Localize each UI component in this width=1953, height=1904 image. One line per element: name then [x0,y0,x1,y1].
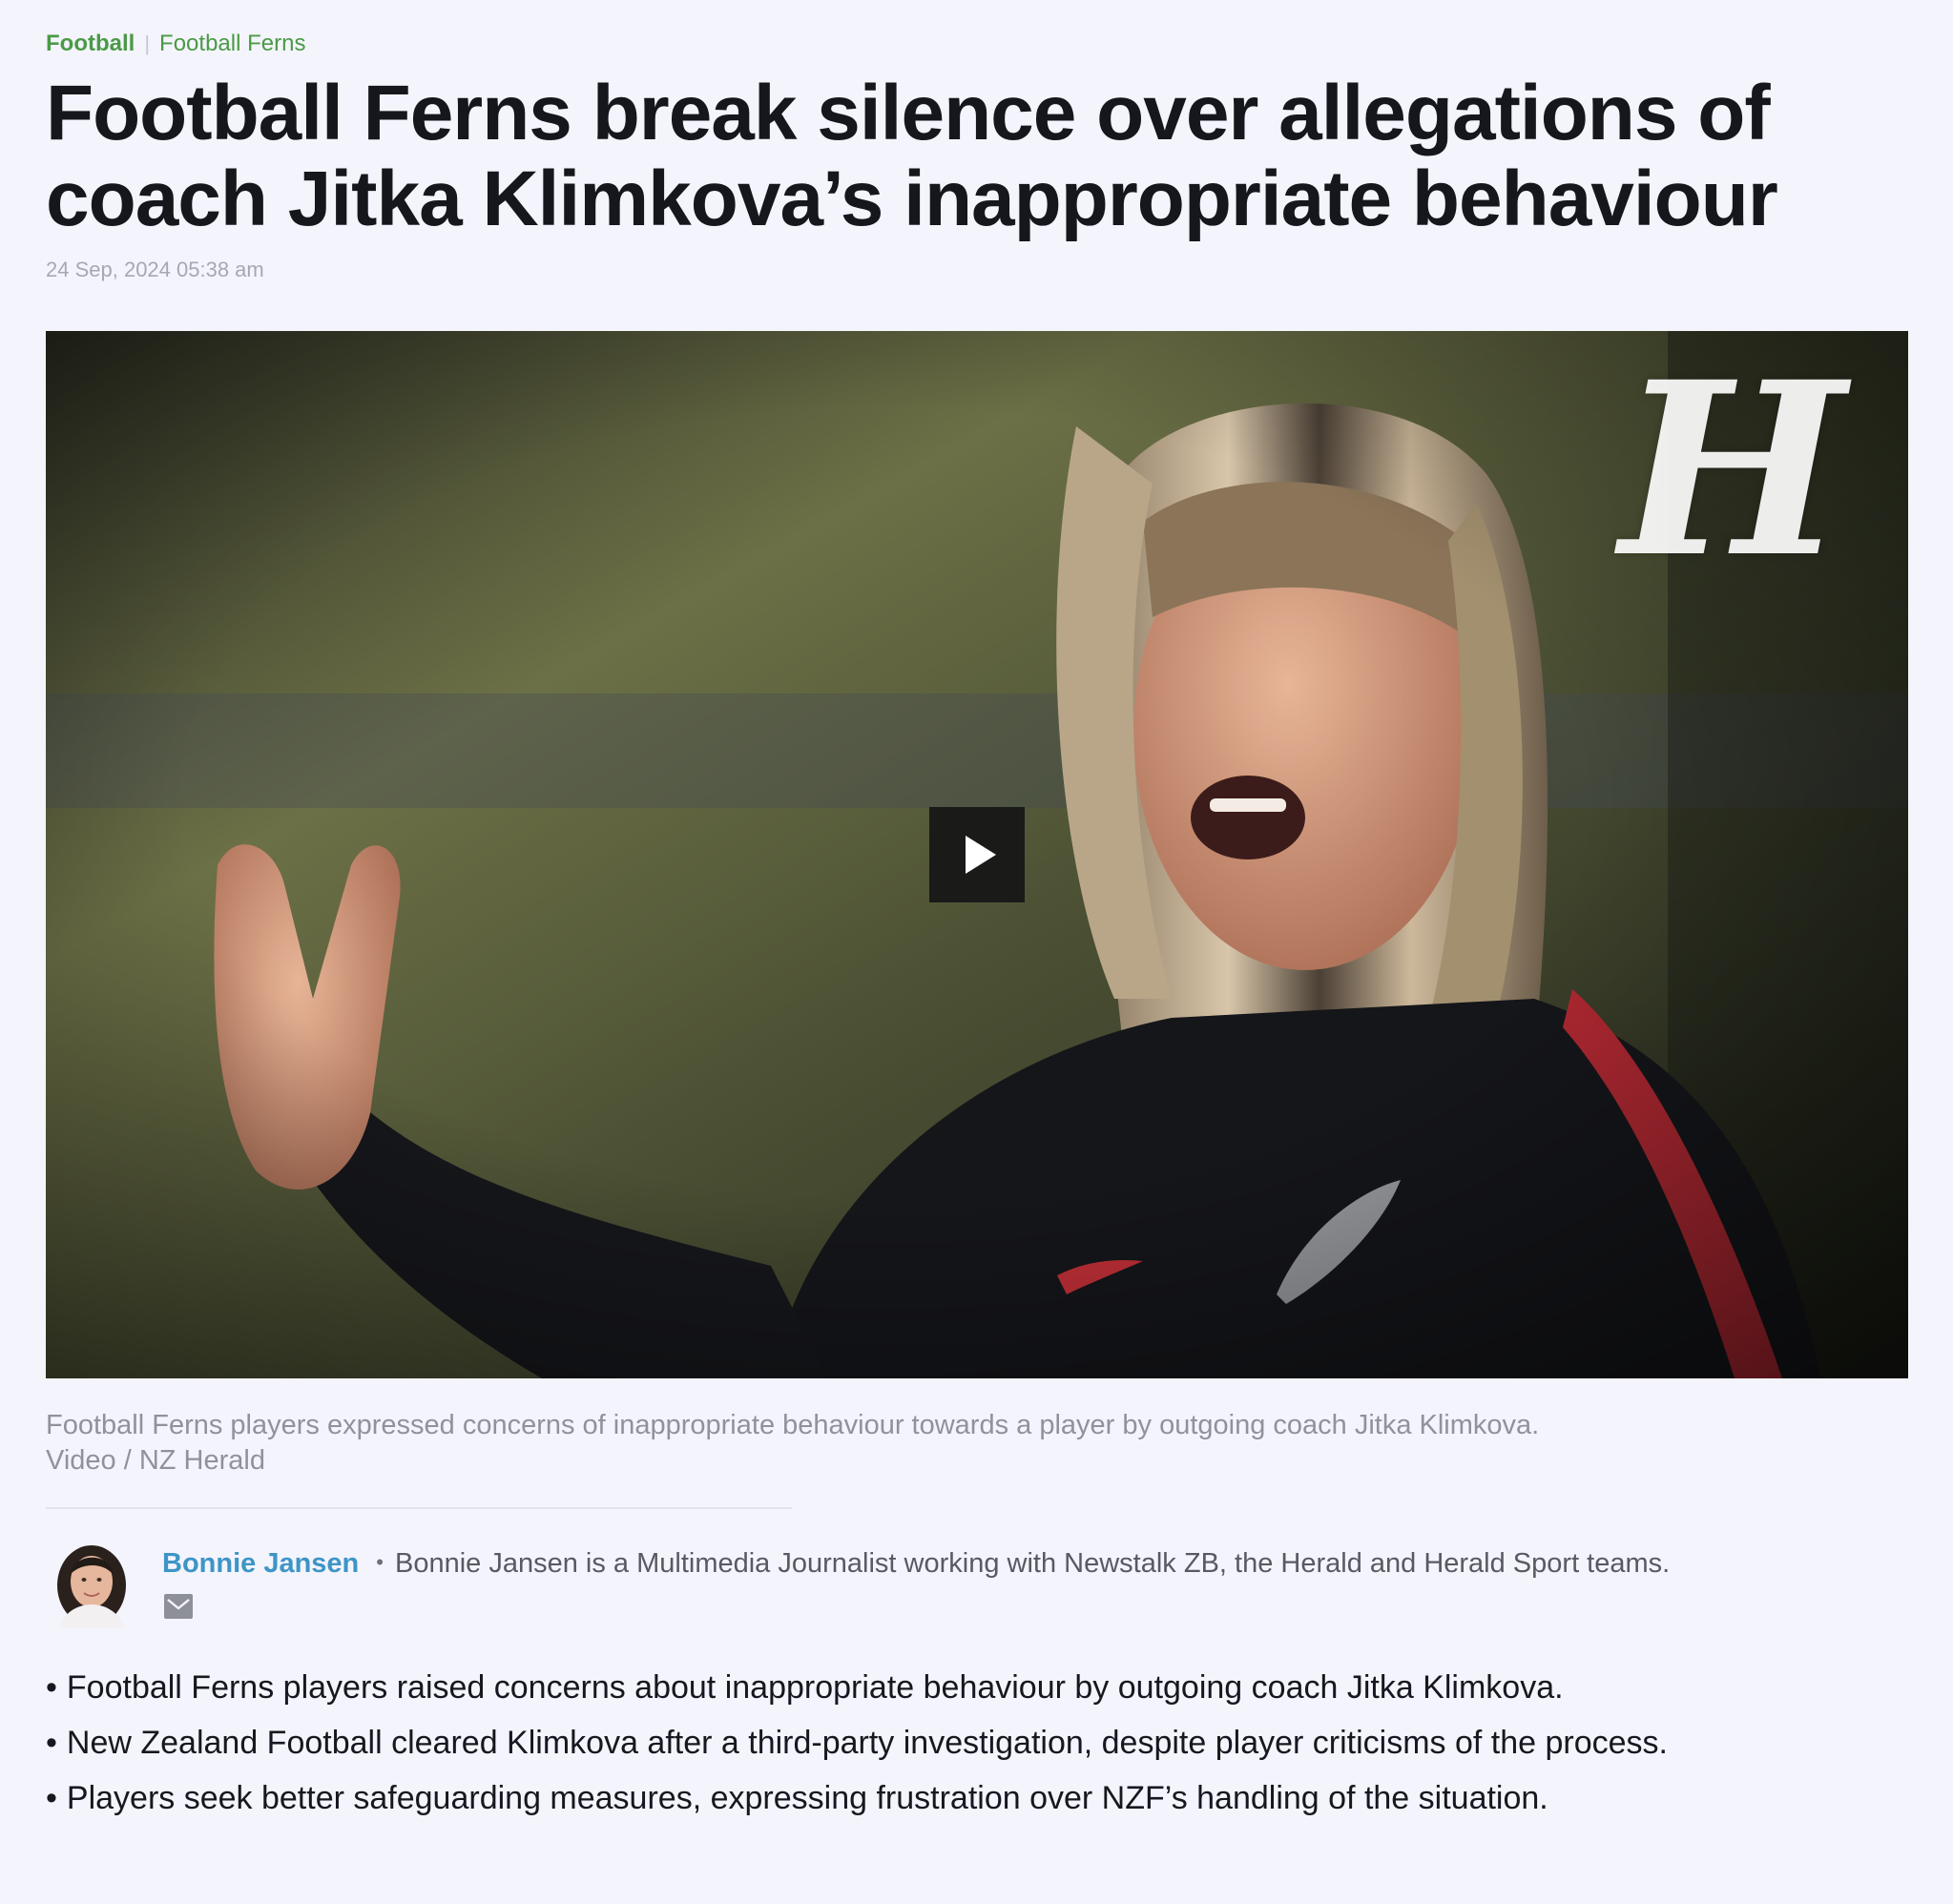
herald-logo-watermark: H [1619,331,1845,610]
breadcrumb-football-link[interactable]: Football [46,29,135,59]
publish-timestamp: 24 Sep, 2024 05:38 am [46,258,264,281]
author-name-link[interactable]: Bonnie Jansen [162,1548,359,1579]
bullet-marker: • [46,1669,57,1706]
caption-text: Football Ferns players expressed concern… [46,1410,1540,1440]
divider [46,1507,792,1509]
page-title: Football Ferns break silence over allega… [46,71,1908,242]
summary-item-text: Football Ferns players raised concerns a… [66,1669,1564,1706]
author-bio: Bonnie Jansen is a Multimedia Journalist… [394,1548,1671,1579]
breadcrumb-football-ferns-link[interactable]: Football Ferns [159,29,305,59]
mail-icon[interactable] [164,1594,193,1619]
author-separator: • [376,1550,384,1574]
article-summary-list: • Football Ferns players raised concerns … [46,1660,1908,1826]
author-line: Bonnie Jansen • Bonnie Jansen is a Multime… [162,1541,1670,1585]
summary-item-text: Players seek better safeguarding measure… [66,1780,1548,1816]
breadcrumb-separator: | [144,31,151,55]
caption-credit: Video / NZ Herald [46,1445,265,1476]
avatar[interactable] [53,1536,130,1627]
author-byline: Bonnie Jansen • Bonnie Jansen is a Multime… [46,1536,1908,1631]
headline-line-1: Football Ferns break silence over allega… [46,70,1771,156]
bullet-marker: • [46,1780,57,1816]
play-button[interactable] [929,807,1025,902]
summary-item: • Football Ferns players raised concerns … [46,1660,1908,1715]
summary-item: • New Zealand Football cleared Klimkova a… [46,1715,1908,1770]
video-player[interactable]: H [46,331,1908,1378]
summary-item: • Players seek better safeguarding measur… [46,1770,1908,1826]
headline-line-2: coach Jitka Klimkova’s inappropriate beh… [46,155,1778,242]
breadcrumb: Football | Football Ferns [46,29,305,59]
video-caption: Football Ferns players expressed concern… [46,1408,1763,1479]
bullet-marker: • [46,1725,57,1761]
play-icon [966,836,996,874]
summary-item-text: New Zealand Football cleared Klimkova af… [66,1725,1668,1761]
